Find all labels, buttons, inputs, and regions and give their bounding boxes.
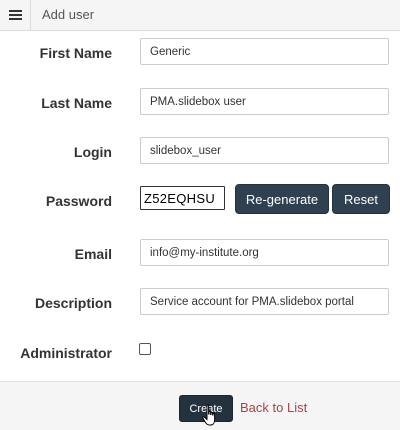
- password-row: Password Re-generate Reset: [0, 184, 400, 214]
- login-row: Login: [0, 137, 400, 167]
- reset-button[interactable]: Reset: [332, 184, 390, 214]
- back-to-list-link[interactable]: Back to List: [240, 400, 307, 415]
- hamburger-menu-icon: [8, 10, 22, 20]
- email-input[interactable]: [140, 239, 389, 266]
- description-input[interactable]: [140, 288, 389, 315]
- page-header: Add user: [0, 0, 400, 31]
- login-input[interactable]: [140, 137, 389, 164]
- administrator-row: Administrator: [0, 340, 400, 370]
- regenerate-button[interactable]: Re-generate: [235, 184, 329, 214]
- email-row: Email: [0, 239, 400, 269]
- form-footer: Create Back to List: [0, 381, 400, 430]
- create-button[interactable]: Create: [179, 395, 233, 422]
- password-input[interactable]: [140, 186, 225, 210]
- description-label: Description: [34, 295, 112, 311]
- last-name-label: Last Name: [41, 95, 112, 111]
- last-name-row: Last Name: [0, 88, 400, 118]
- menu-button[interactable]: [0, 0, 31, 30]
- administrator-label: Administrator: [20, 345, 112, 361]
- login-label: Login: [73, 144, 112, 160]
- first-name-label: First Name: [39, 45, 112, 61]
- email-label: Email: [74, 246, 112, 262]
- page-title: Add user: [42, 7, 95, 22]
- password-label: Password: [45, 193, 112, 209]
- first-name-input[interactable]: [140, 38, 389, 65]
- last-name-input[interactable]: [140, 88, 389, 115]
- first-name-row: First Name: [0, 38, 400, 68]
- description-row: Description: [0, 288, 400, 318]
- administrator-checkbox[interactable]: [139, 343, 151, 355]
